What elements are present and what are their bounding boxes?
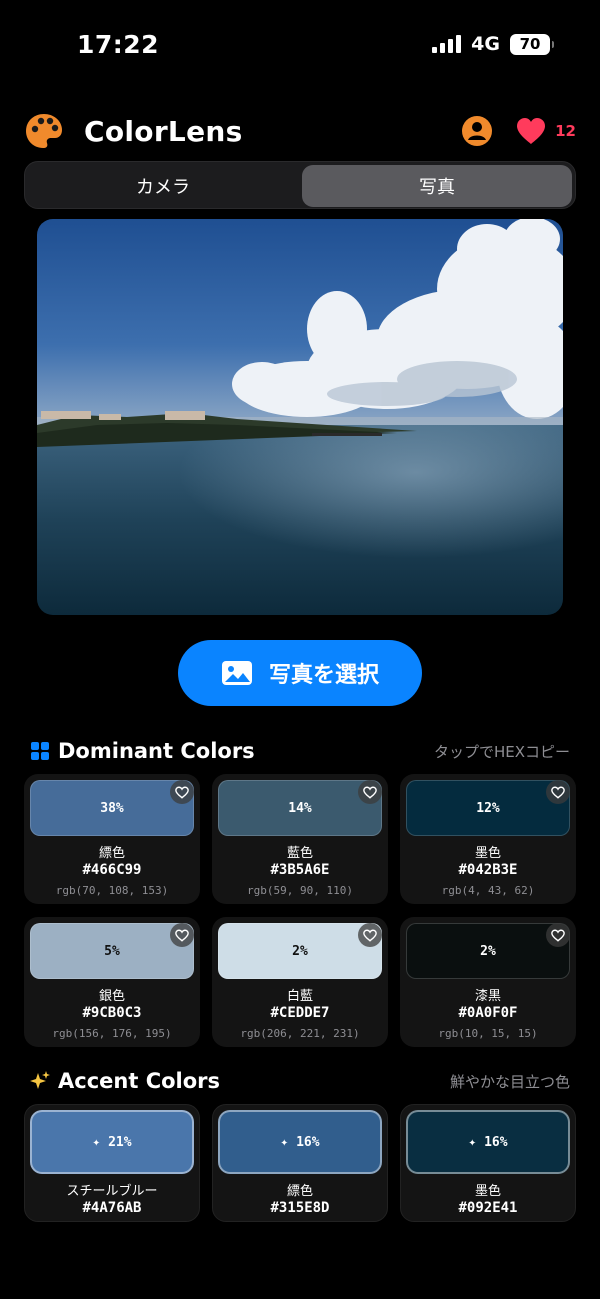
favorite-button[interactable] <box>170 923 194 947</box>
favorite-button[interactable] <box>358 923 382 947</box>
network-type: 4G <box>471 33 500 55</box>
app-title: ColorLens <box>84 114 243 148</box>
color-hex: #CEDDE7 <box>270 1005 330 1021</box>
image-icon <box>221 661 252 685</box>
color-hex: #466C99 <box>82 862 142 878</box>
select-photo-label: 写真を選択 <box>268 663 379 688</box>
dominant-color-card[interactable]: 38% 縹色 #466C99 rgb(70, 108, 153) <box>24 774 200 904</box>
dominant-color-card[interactable]: 2% 白藍 #CEDDE7 rgb(206, 221, 231) <box>212 917 388 1047</box>
status-time: 17:22 <box>77 30 160 59</box>
signal-icon <box>432 35 462 53</box>
color-percentage: 2% <box>480 943 496 959</box>
accent-color-card[interactable]: ✦ 21% スチールブルー #4A76AB <box>24 1104 200 1222</box>
accent-color-card[interactable]: ✦ 16% 縹色 #315E8D <box>212 1104 388 1222</box>
favorites-heart-icon[interactable] <box>515 115 547 147</box>
accent-color-card[interactable]: ✦ 16% 墨色 #092E41 <box>400 1104 576 1222</box>
color-name: 縹色 <box>286 1184 313 1199</box>
color-rgb: rgb(4, 43, 62) <box>441 884 535 897</box>
color-percentage: 38% <box>100 800 124 816</box>
color-rgb: rgb(206, 221, 231) <box>240 1027 360 1040</box>
color-hex: #092E41 <box>458 1200 518 1216</box>
color-swatch[interactable]: ✦ 16% <box>406 1110 570 1174</box>
favorites-count: 12 <box>555 122 576 140</box>
color-swatch[interactable]: ✦ 21% <box>30 1110 194 1174</box>
heart-outline-icon <box>175 929 189 942</box>
tab-photo[interactable]: 写真 <box>302 165 572 207</box>
status-indicators: 4G 70 <box>432 33 554 55</box>
color-percentage: 12% <box>476 800 500 816</box>
profile-icon[interactable] <box>461 115 493 147</box>
color-hex: #042B3E <box>458 862 518 878</box>
color-name: 縹色 <box>98 846 125 861</box>
color-name: 藍色 <box>286 846 313 861</box>
header-actions: 12 <box>461 115 576 147</box>
select-photo-button[interactable]: 写真を選択 <box>178 640 422 706</box>
app-header: ColorLens 12 <box>24 108 576 154</box>
color-hex: #315E8D <box>270 1200 330 1216</box>
color-percentage: ✦ 16% <box>468 1134 508 1150</box>
accent-colors-title: Accent Colors <box>58 1069 221 1093</box>
favorite-button[interactable] <box>358 780 382 804</box>
color-hex: #3B5A6E <box>270 862 330 878</box>
dominant-color-card[interactable]: 5% 銀色 #9CB0C3 rgb(156, 176, 195) <box>24 917 200 1047</box>
selected-photo <box>37 219 563 615</box>
battery-level: 70 <box>519 35 541 53</box>
color-rgb: rgb(59, 90, 110) <box>247 884 353 897</box>
status-bar: 17:22 4G 70 <box>0 0 600 90</box>
color-percentage: 5% <box>104 943 120 959</box>
color-percentage: 14% <box>288 800 312 816</box>
sparkles-icon <box>30 1071 50 1091</box>
color-name: 銀色 <box>98 989 125 1004</box>
palette-icon <box>26 114 62 148</box>
color-rgb: rgb(156, 176, 195) <box>52 1027 172 1040</box>
color-name: 漆黒 <box>474 989 501 1004</box>
accent-colors-header: Accent Colors 鮮やかな目立つ色 <box>30 1066 570 1096</box>
favorite-button[interactable] <box>546 923 570 947</box>
heart-outline-icon <box>175 786 189 799</box>
dominant-colors-hint: タップでHEXコピー <box>433 742 570 761</box>
dominant-colors-title: Dominant Colors <box>58 739 255 763</box>
color-name: スチールブルー <box>66 1184 158 1199</box>
dominant-colors-header: Dominant Colors タップでHEXコピー <box>30 736 570 766</box>
favorite-button[interactable] <box>546 780 570 804</box>
heart-outline-icon <box>551 929 565 942</box>
dominant-color-card[interactable]: 2% 漆黒 #0A0F0F rgb(10, 15, 15) <box>400 917 576 1047</box>
heart-outline-icon <box>363 786 377 799</box>
tab-camera[interactable]: カメラ <box>28 165 298 207</box>
heart-outline-icon <box>551 786 565 799</box>
grid-icon <box>30 741 50 761</box>
source-segmented-control: カメラ 写真 <box>24 161 576 209</box>
color-hex: #4A76AB <box>82 1200 142 1216</box>
color-percentage: 2% <box>292 943 308 959</box>
color-rgb: rgb(10, 15, 15) <box>438 1027 538 1040</box>
color-percentage: ✦ 21% <box>92 1134 132 1150</box>
favorite-button[interactable] <box>170 780 194 804</box>
color-rgb: rgb(70, 108, 153) <box>55 884 169 897</box>
heart-outline-icon <box>363 929 377 942</box>
dominant-color-card[interactable]: 12% 墨色 #042B3E rgb(4, 43, 62) <box>400 774 576 904</box>
color-name: 墨色 <box>474 846 501 861</box>
battery-icon: 70 <box>510 33 554 55</box>
color-hex: #9CB0C3 <box>82 1005 142 1021</box>
dominant-color-card[interactable]: 14% 藍色 #3B5A6E rgb(59, 90, 110) <box>212 774 388 904</box>
color-hex: #0A0F0F <box>458 1005 518 1021</box>
accent-colors-hint: 鮮やかな目立つ色 <box>449 1072 570 1091</box>
color-name: 白藍 <box>286 989 313 1004</box>
color-swatch[interactable]: ✦ 16% <box>218 1110 382 1174</box>
color-percentage: ✦ 16% <box>280 1134 320 1150</box>
color-name: 墨色 <box>474 1184 501 1199</box>
